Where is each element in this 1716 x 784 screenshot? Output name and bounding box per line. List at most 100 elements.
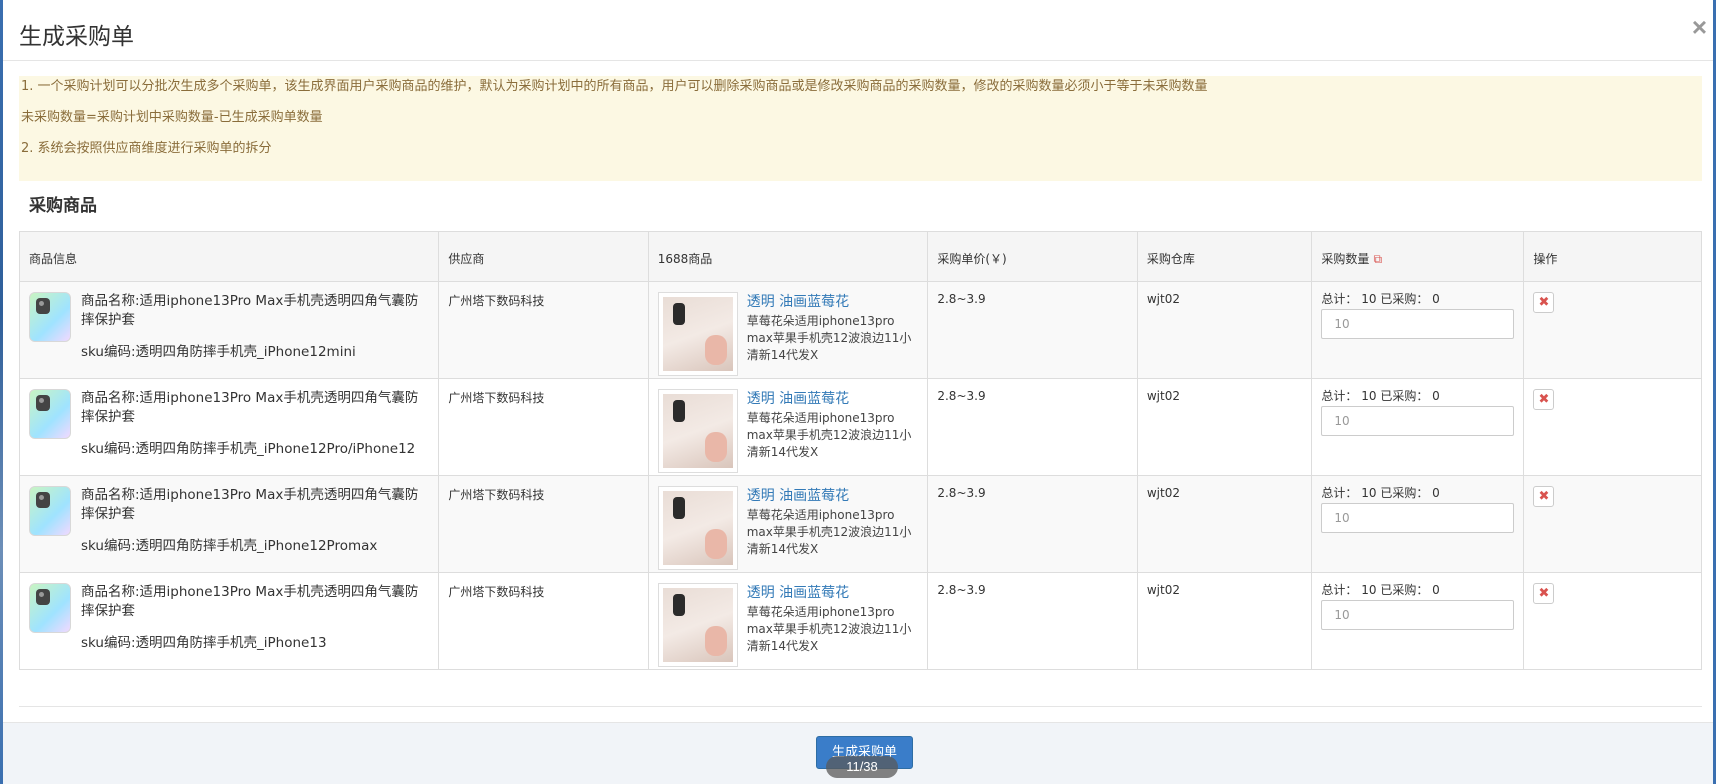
ali-product-desc: 草莓花朵适用iphone13pro max苹果手机壳12波浪边11小清新14代发… [746, 508, 912, 556]
product-sku: sku编码:透明四角防摔手机壳_iPhone12mini [81, 344, 356, 360]
section-title: 采购商品 [29, 196, 97, 216]
edit-icon[interactable]: ⧉ [1373, 252, 1382, 266]
product-info: 商品名称:适用iphone13Pro Max手机壳透明四角气囊防摔保护套 sku编… [29, 583, 429, 653]
header-ops: 操作 [1523, 231, 1702, 282]
product-thumbnail [29, 389, 71, 439]
cell-price: 2.8~3.9 [927, 475, 1138, 573]
ali-product-link[interactable]: 透明 油画蓝莓花 [747, 389, 919, 409]
cell-supplier: 广州塔下数码科技 [438, 572, 649, 670]
table-row: 商品名称:适用iphone13Pro Max手机壳透明四角气囊防摔保护套 sku编… [18, 475, 1702, 573]
modal-title: 生成采购单 [19, 24, 134, 50]
cell-warehouse: wjt02 [1136, 378, 1313, 476]
cell-qty: 总计： 10 已采购： 0 [1311, 281, 1525, 379]
ali-product: 透明 油画蓝莓花 草莓花朵适用iphone13pro max苹果手机壳12波浪边1… [657, 486, 919, 570]
ali-product-desc: 草莓花朵适用iphone13pro max苹果手机壳12波浪边11小清新14代发… [746, 411, 912, 459]
product-info: 商品名称:适用iphone13Pro Max手机壳透明四角气囊防摔保护套 sku编… [29, 292, 429, 362]
header-qty-label: 采购数量 [1321, 252, 1370, 266]
purchase-items-table: 商品信息 供应商 1688商品 采购单价(￥) 采购仓库 采购数量 ⧉ 操作 商品… [18, 231, 1702, 670]
qty-info: 总计： 10 已采购： 0 [1321, 292, 1440, 306]
ali-product: 透明 油画蓝莓花 草莓花朵适用iphone13pro max苹果手机壳12波浪边1… [657, 583, 919, 667]
cell-qty: 总计： 10 已采购： 0 [1311, 475, 1525, 573]
product-text: 商品名称:适用iphone13Pro Max手机壳透明四角气囊防摔保护套 sku编… [81, 486, 429, 556]
ali-product-link[interactable]: 透明 油画蓝莓花 [747, 486, 919, 506]
ali-product-text: 透明 油画蓝莓花 草莓花朵适用iphone13pro max苹果手机壳12波浪边1… [747, 583, 919, 667]
ali-product-text: 透明 油画蓝莓花 草莓花朵适用iphone13pro max苹果手机壳12波浪边1… [747, 389, 919, 473]
product-sku: sku编码:透明四角防摔手机壳_iPhone12Promax [81, 538, 378, 554]
notice-line-1: 1. 一个采购计划可以分批次生成多个采购单，该生成界面用户采购商品的维护，默认为… [21, 79, 1208, 94]
qty-input[interactable] [1321, 600, 1515, 630]
header-qty: 采购数量 ⧉ [1311, 231, 1525, 282]
cell-1688: 透明 油画蓝莓花 草莓花朵适用iphone13pro max苹果手机壳12波浪边1… [647, 281, 929, 379]
cell-supplier: 广州塔下数码科技 [438, 378, 649, 476]
header-warehouse: 采购仓库 [1136, 231, 1313, 282]
camera-icon [36, 492, 50, 508]
delete-icon[interactable]: ✖ [1533, 583, 1555, 604]
cell-product: 商品名称:适用iphone13Pro Max手机壳透明四角气囊防摔保护套 sku编… [18, 475, 440, 573]
qty-input[interactable] [1321, 406, 1515, 436]
ali-product-desc: 草莓花朵适用iphone13pro max苹果手机壳12波浪边11小清新14代发… [746, 605, 912, 653]
cell-warehouse: wjt02 [1136, 572, 1313, 670]
camera-icon [36, 298, 50, 314]
ali-product-link[interactable]: 透明 油画蓝莓花 [747, 292, 919, 312]
qty-input[interactable] [1321, 309, 1515, 339]
delete-icon[interactable]: ✖ [1533, 292, 1555, 313]
ali-product-image[interactable] [657, 292, 738, 376]
cell-warehouse: wjt02 [1136, 281, 1313, 379]
ali-product-image[interactable] [657, 389, 738, 473]
cell-price: 2.8~3.9 [927, 378, 1138, 476]
product-name: 商品名称:适用iphone13Pro Max手机壳透明四角气囊防摔保护套 [81, 293, 419, 328]
product-info: 商品名称:适用iphone13Pro Max手机壳透明四角气囊防摔保护套 sku编… [29, 486, 429, 556]
qty-info: 总计： 10 已采购： 0 [1321, 389, 1440, 403]
cell-product: 商品名称:适用iphone13Pro Max手机壳透明四角气囊防摔保护套 sku编… [18, 572, 440, 670]
cell-supplier: 广州塔下数码科技 [438, 475, 649, 573]
cell-ops: ✖ [1523, 281, 1702, 379]
ali-product-text: 透明 油画蓝莓花 草莓花朵适用iphone13pro max苹果手机壳12波浪边1… [747, 292, 919, 376]
header-price: 采购单价(￥) [927, 231, 1138, 282]
cell-warehouse: wjt02 [1136, 475, 1313, 573]
product-name: 商品名称:适用iphone13Pro Max手机壳透明四角气囊防摔保护套 [81, 390, 419, 425]
product-name: 商品名称:适用iphone13Pro Max手机壳透明四角气囊防摔保护套 [81, 487, 419, 522]
product-text: 商品名称:适用iphone13Pro Max手机壳透明四角气囊防摔保护套 sku编… [81, 583, 429, 653]
modal-header: 生成采购单 × [3, 0, 1713, 61]
cell-price: 2.8~3.9 [927, 281, 1138, 379]
notice-line-2: 未采购数量=采购计划中采购数量-已生成采购单数量 [21, 110, 323, 125]
ali-product-link[interactable]: 透明 油画蓝莓花 [747, 583, 919, 603]
page-counter: 11/38 [826, 756, 898, 778]
cell-qty: 总计： 10 已采购： 0 [1311, 572, 1525, 670]
ali-product-desc: 草莓花朵适用iphone13pro max苹果手机壳12波浪边11小清新14代发… [746, 314, 912, 362]
camera-icon [36, 589, 50, 605]
product-thumbnail [29, 292, 71, 342]
cell-ops: ✖ [1523, 378, 1702, 476]
ali-product-image[interactable] [657, 583, 738, 667]
notice-box: 1. 一个采购计划可以分批次生成多个采购单，该生成界面用户采购商品的维护，默认为… [19, 76, 1702, 181]
notice-line-3: 2. 系统会按照供应商维度进行采购单的拆分 [21, 141, 272, 156]
product-text: 商品名称:适用iphone13Pro Max手机壳透明四角气囊防摔保护套 sku编… [81, 292, 429, 362]
cell-1688: 透明 油画蓝莓花 草莓花朵适用iphone13pro max苹果手机壳12波浪边1… [647, 378, 929, 476]
cell-ops: ✖ [1523, 572, 1702, 670]
product-name: 商品名称:适用iphone13Pro Max手机壳透明四角气囊防摔保护套 [81, 584, 419, 619]
cell-supplier: 广州塔下数码科技 [438, 281, 649, 379]
cell-qty: 总计： 10 已采购： 0 [1311, 378, 1525, 476]
header-1688: 1688商品 [647, 231, 929, 282]
header-product: 商品信息 [18, 231, 440, 282]
table-row: 商品名称:适用iphone13Pro Max手机壳透明四角气囊防摔保护套 sku编… [18, 572, 1702, 670]
header-supplier: 供应商 [438, 231, 649, 282]
product-info: 商品名称:适用iphone13Pro Max手机壳透明四角气囊防摔保护套 sku编… [29, 389, 429, 459]
delete-icon[interactable]: ✖ [1533, 389, 1555, 410]
ali-product: 透明 油画蓝莓花 草莓花朵适用iphone13pro max苹果手机壳12波浪边1… [657, 389, 919, 473]
qty-info: 总计： 10 已采购： 0 [1321, 583, 1440, 597]
cell-price: 2.8~3.9 [927, 572, 1138, 670]
close-icon[interactable]: × [1692, 14, 1707, 40]
product-thumbnail [29, 486, 71, 536]
product-sku: sku编码:透明四角防摔手机壳_iPhone13 [81, 635, 327, 651]
cell-product: 商品名称:适用iphone13Pro Max手机壳透明四角气囊防摔保护套 sku编… [18, 281, 440, 379]
divider [19, 706, 1702, 707]
ali-product-image[interactable] [657, 486, 738, 570]
cell-1688: 透明 油画蓝莓花 草莓花朵适用iphone13pro max苹果手机壳12波浪边1… [647, 572, 929, 670]
qty-input[interactable] [1321, 503, 1515, 533]
table-row: 商品名称:适用iphone13Pro Max手机壳透明四角气囊防摔保护套 sku编… [18, 378, 1702, 476]
ali-product-text: 透明 油画蓝莓花 草莓花朵适用iphone13pro max苹果手机壳12波浪边1… [747, 486, 919, 570]
delete-icon[interactable]: ✖ [1533, 486, 1555, 507]
camera-icon [36, 395, 50, 411]
table-row: 商品名称:适用iphone13Pro Max手机壳透明四角气囊防摔保护套 sku编… [18, 281, 1702, 379]
